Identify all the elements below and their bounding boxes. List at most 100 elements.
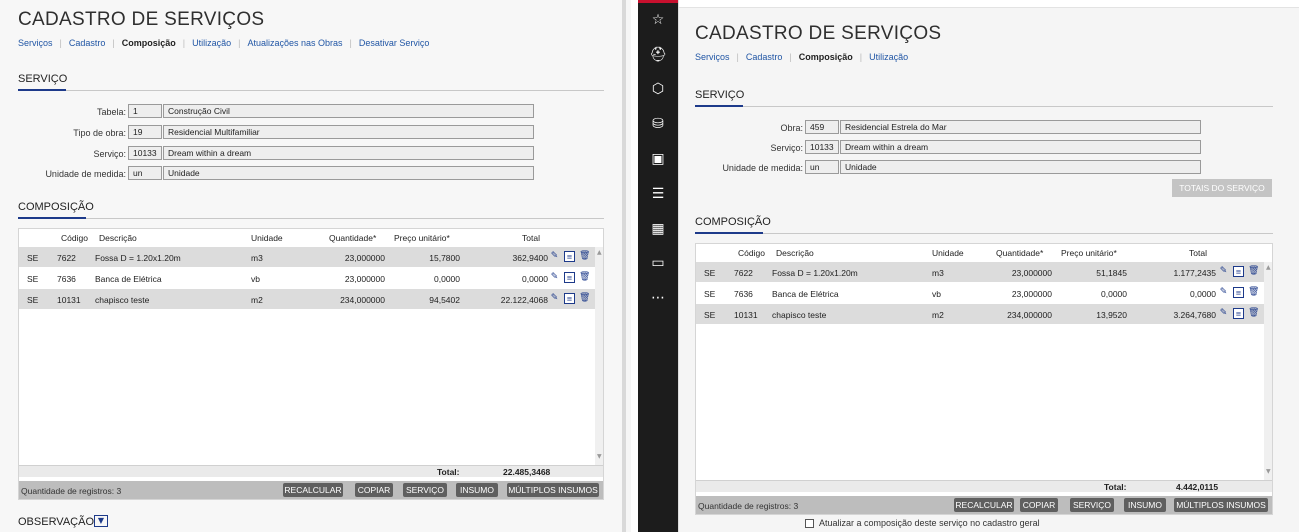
- totais-servico-button[interactable]: TOTAIS DO SERVIÇO: [1172, 179, 1272, 197]
- table-row[interactable]: SE 7622 Fossa D = 1.20x1.20m m3 23,00000…: [696, 262, 1264, 282]
- field-value-tipo-obra[interactable]: Residencial Multifamiliar: [163, 125, 534, 139]
- grid-scrollbar[interactable]: [1264, 262, 1272, 480]
- tab-utilizacao[interactable]: Utilização: [192, 38, 231, 48]
- col-header-total[interactable]: Total: [522, 233, 540, 243]
- cell-quantidade[interactable]: 23,000000: [309, 253, 385, 263]
- coins-icon[interactable]: ⛁: [638, 116, 678, 132]
- document-dollar-icon[interactable]: ▣: [638, 151, 678, 167]
- tab-utilizacao[interactable]: Utilização: [869, 52, 908, 62]
- edit-pencil-icon[interactable]: ✎: [1218, 308, 1229, 319]
- trash-icon[interactable]: 🗑: [1248, 266, 1259, 277]
- trash-icon[interactable]: 🗑: [1248, 308, 1259, 319]
- tab-desativar[interactable]: Desativar Serviço: [359, 38, 430, 48]
- edit-pencil-icon[interactable]: ✎: [549, 251, 560, 262]
- cell-preco[interactable]: 13,9520: [1061, 310, 1127, 320]
- list-detail-icon[interactable]: ≡: [1233, 308, 1244, 319]
- table-row[interactable]: SE 7622 Fossa D = 1.20x1.20m m3 23,00000…: [19, 247, 595, 267]
- helmet-icon[interactable]: ⛑: [638, 47, 678, 63]
- cell-preco[interactable]: 51,1845: [1061, 268, 1127, 278]
- field-value-servico[interactable]: Dream within a dream: [163, 146, 534, 160]
- field-value-unidade[interactable]: Unidade: [840, 160, 1201, 174]
- col-header-descricao[interactable]: Descrição: [776, 248, 814, 258]
- col-header-preco[interactable]: Preço unitário*: [1061, 248, 1117, 258]
- building-icon[interactable]: ▦: [638, 221, 678, 237]
- table-row[interactable]: SE 7636 Banca de Elétrica vb 23,000000 0…: [19, 268, 595, 288]
- field-code-tipo-obra[interactable]: 19: [128, 125, 162, 139]
- trash-icon[interactable]: 🗑: [579, 251, 590, 262]
- field-value-obra[interactable]: Residencial Estrela do Mar: [840, 120, 1201, 134]
- servico-button[interactable]: SERVIÇO: [1070, 498, 1114, 512]
- copiar-button[interactable]: COPIAR: [355, 483, 393, 497]
- recalcular-button[interactable]: RECALCULAR: [283, 483, 343, 497]
- col-header-preco[interactable]: Preço unitário*: [394, 233, 450, 243]
- cell-quantidade[interactable]: 23,000000: [976, 289, 1052, 299]
- cell-preco[interactable]: 0,0000: [394, 274, 460, 284]
- field-code-servico[interactable]: 10133: [805, 140, 839, 154]
- col-header-unidade[interactable]: Unidade: [251, 233, 283, 243]
- field-code-unidade[interactable]: un: [128, 166, 162, 180]
- field-value-unidade[interactable]: Unidade: [163, 166, 534, 180]
- tab-servicos[interactable]: Serviços: [18, 38, 53, 48]
- scroll-up-icon[interactable]: ▲: [1266, 264, 1271, 271]
- list-detail-icon[interactable]: ≡: [1233, 266, 1244, 277]
- field-code-obra[interactable]: 459: [805, 120, 839, 134]
- col-header-quantidade[interactable]: Quantidade*: [329, 233, 376, 243]
- col-header-descricao[interactable]: Descrição: [99, 233, 137, 243]
- list-detail-icon[interactable]: ≡: [564, 251, 575, 262]
- multiplos-insumos-button[interactable]: MÚLTIPLOS INSUMOS: [1174, 498, 1268, 512]
- table-row[interactable]: SE 10131 chapisco teste m2 234,000000 94…: [19, 289, 595, 309]
- list-detail-icon[interactable]: ≡: [564, 272, 575, 283]
- servico-button[interactable]: SERVIÇO: [403, 483, 447, 497]
- tab-composicao[interactable]: Composição: [799, 52, 853, 62]
- trash-icon[interactable]: 🗑: [1248, 287, 1259, 298]
- insumo-button[interactable]: INSUMO: [456, 483, 498, 497]
- cell-quantidade[interactable]: 234,000000: [309, 295, 385, 305]
- col-header-unidade[interactable]: Unidade: [932, 248, 964, 258]
- field-value-servico[interactable]: Dream within a dream: [840, 140, 1201, 154]
- report-icon[interactable]: ☰: [638, 186, 678, 202]
- cell-quantidade[interactable]: 23,000000: [309, 274, 385, 284]
- multiplos-insumos-button[interactable]: MÚLTIPLOS INSUMOS: [507, 483, 599, 497]
- cell-quantidade[interactable]: 234,000000: [976, 310, 1052, 320]
- tab-cadastro[interactable]: Cadastro: [69, 38, 106, 48]
- trash-icon[interactable]: 🗑: [579, 293, 590, 304]
- pane-divider[interactable]: [622, 0, 626, 532]
- tab-composicao[interactable]: Composição: [122, 38, 176, 48]
- scroll-down-icon[interactable]: ▼: [597, 453, 602, 460]
- monitor-chart-icon[interactable]: ▭: [638, 255, 678, 271]
- recalcular-button[interactable]: RECALCULAR: [954, 498, 1014, 512]
- copiar-button[interactable]: COPIAR: [1020, 498, 1058, 512]
- edit-pencil-icon[interactable]: ✎: [549, 293, 560, 304]
- trash-icon[interactable]: 🗑: [579, 272, 590, 283]
- list-detail-icon[interactable]: ≡: [564, 293, 575, 304]
- field-value-tabela[interactable]: Construção Civil: [163, 104, 534, 118]
- star-icon[interactable]: ☆: [638, 12, 678, 28]
- cell-quantidade[interactable]: 23,000000: [976, 268, 1052, 278]
- field-code-tabela[interactable]: 1: [128, 104, 162, 118]
- field-code-unidade[interactable]: un: [805, 160, 839, 174]
- cell-preco[interactable]: 94,5402: [394, 295, 460, 305]
- table-row[interactable]: SE 10131 chapisco teste m2 234,000000 13…: [696, 304, 1264, 324]
- edit-pencil-icon[interactable]: ✎: [549, 272, 560, 283]
- chevron-down-icon[interactable]: ▼: [94, 515, 108, 527]
- insumo-button[interactable]: INSUMO: [1124, 498, 1166, 512]
- more-icon[interactable]: ⋯: [638, 290, 678, 306]
- update-composition-label[interactable]: Atualizar a composição deste serviço no …: [819, 518, 1040, 528]
- cell-preco[interactable]: 15,7800: [394, 253, 460, 263]
- edit-pencil-icon[interactable]: ✎: [1218, 266, 1229, 277]
- field-code-servico[interactable]: 10133: [128, 146, 162, 160]
- tab-atualizacoes[interactable]: Atualizações nas Obras: [247, 38, 342, 48]
- grid-scrollbar[interactable]: [595, 247, 603, 465]
- edit-pencil-icon[interactable]: ✎: [1218, 287, 1229, 298]
- scroll-up-icon[interactable]: ▲: [597, 249, 602, 256]
- col-header-codigo[interactable]: Código: [738, 248, 765, 258]
- col-header-codigo[interactable]: Código: [61, 233, 88, 243]
- col-header-quantidade[interactable]: Quantidade*: [996, 248, 1043, 258]
- cell-preco[interactable]: 0,0000: [1061, 289, 1127, 299]
- tab-servicos[interactable]: Serviços: [695, 52, 730, 62]
- list-detail-icon[interactable]: ≡: [1233, 287, 1244, 298]
- scroll-down-icon[interactable]: ▼: [1266, 468, 1271, 475]
- tab-cadastro[interactable]: Cadastro: [746, 52, 783, 62]
- update-composition-checkbox[interactable]: [805, 519, 814, 528]
- col-header-total[interactable]: Total: [1189, 248, 1207, 258]
